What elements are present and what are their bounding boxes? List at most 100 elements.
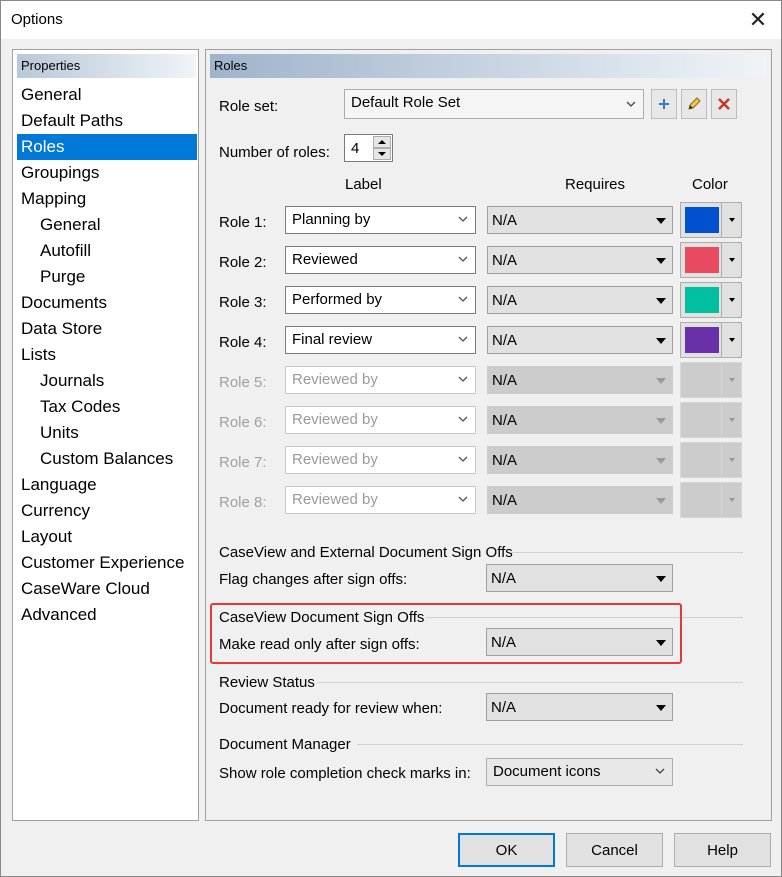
role-7-requires-dropdown[interactable]: N/A — [487, 446, 673, 474]
role-8-label-combo[interactable]: Reviewed by — [285, 486, 476, 514]
chevron-down-icon — [458, 496, 468, 502]
role-2-label-value: Reviewed — [292, 251, 358, 268]
role-7-color-picker[interactable] — [680, 442, 742, 478]
role-6-label-combo[interactable]: Reviewed by — [285, 406, 476, 434]
role-8-label-value: Reviewed by — [292, 491, 378, 508]
role-set-value: Default Role Set — [351, 94, 461, 111]
color-dropdown[interactable] — [721, 443, 741, 477]
role-2-label-combo[interactable]: Reviewed — [285, 246, 476, 274]
nav-item-language[interactable]: Language — [17, 472, 197, 498]
nav-item-lists[interactable]: Lists — [17, 342, 197, 368]
chevron-down-icon — [458, 256, 468, 262]
dropdown-arrow-icon — [656, 258, 666, 264]
separator — [317, 682, 743, 683]
color-dropdown[interactable] — [721, 283, 741, 317]
role-3-label-combo[interactable]: Performed by — [285, 286, 476, 314]
nav-item-journals[interactable]: Journals — [17, 368, 197, 394]
color-dropdown[interactable] — [721, 243, 741, 277]
separator — [357, 744, 743, 745]
flag-changes-label: Flag changes after sign offs: — [219, 571, 408, 588]
check-marks-dropdown[interactable]: Document icons — [486, 758, 673, 786]
role-2-name: Role 2: — [219, 254, 267, 271]
role-7-label-value: Reviewed by — [292, 451, 378, 468]
nav-item-layout[interactable]: Layout — [17, 524, 197, 550]
nav-item-data-store[interactable]: Data Store — [17, 316, 197, 342]
help-button[interactable]: Help — [674, 833, 771, 867]
nav-item-roles[interactable]: Roles — [17, 134, 197, 160]
role-7-label-combo[interactable]: Reviewed by — [285, 446, 476, 474]
role-3-name: Role 3: — [219, 294, 267, 311]
role-set-dropdown[interactable]: Default Role Set — [344, 89, 644, 119]
color-dropdown[interactable] — [721, 363, 741, 397]
color-dropdown[interactable] — [721, 483, 741, 517]
chevron-down-icon — [458, 376, 468, 382]
options-dialog: Options ✕ Properties General Default Path… — [0, 0, 782, 877]
color-swatch — [685, 327, 719, 353]
nav-item-caseware-cloud[interactable]: CaseWare Cloud — [17, 576, 197, 602]
add-role-set-button[interactable] — [651, 89, 677, 119]
role-4-color-picker[interactable] — [680, 322, 742, 358]
plus-icon — [659, 99, 669, 109]
nav-item-advanced[interactable]: Advanced — [17, 602, 197, 628]
nav-item-customer-experience[interactable]: Customer Experience — [17, 550, 197, 576]
nav-item-general[interactable]: General — [17, 212, 197, 238]
role-4-requires-dropdown[interactable]: N/A — [487, 326, 673, 354]
role-6-color-picker[interactable] — [680, 402, 742, 438]
chevron-down-icon — [626, 101, 636, 107]
flag-changes-dropdown[interactable]: N/A — [486, 564, 673, 592]
role-2-requires-dropdown[interactable]: N/A — [487, 246, 673, 274]
check-marks-value: Document icons — [493, 763, 601, 780]
dropdown-arrow-icon — [656, 298, 666, 304]
nav-item-mapping[interactable]: Mapping — [17, 186, 197, 212]
color-dropdown[interactable] — [721, 203, 741, 237]
document-ready-dropdown[interactable]: N/A — [486, 693, 673, 721]
nav-item-purge[interactable]: Purge — [17, 264, 197, 290]
nav-item-general[interactable]: General — [17, 82, 197, 108]
chevron-down-icon — [458, 216, 468, 222]
nav-item-custom-balances[interactable]: Custom Balances — [17, 446, 197, 472]
role-4-label-value: Final review — [292, 331, 373, 348]
nav-item-default-paths[interactable]: Default Paths — [17, 108, 197, 134]
spin-up-icon[interactable] — [373, 136, 391, 148]
nav-item-units[interactable]: Units — [17, 420, 197, 446]
close-icon[interactable]: ✕ — [735, 1, 781, 39]
document-manager-heading: Document Manager — [219, 736, 351, 753]
role-3-color-picker[interactable] — [680, 282, 742, 318]
spin-down-icon[interactable] — [373, 148, 391, 160]
cancel-button[interactable]: Cancel — [566, 833, 663, 867]
color-dropdown[interactable] — [721, 403, 741, 437]
number-of-roles-stepper[interactable]: 4 — [344, 134, 393, 162]
delete-icon — [718, 98, 730, 110]
edit-role-set-button[interactable] — [681, 89, 707, 119]
role-6-label-value: Reviewed by — [292, 411, 378, 428]
role-1-name: Role 1: — [219, 214, 267, 231]
role-5-requires-dropdown[interactable]: N/A — [487, 366, 673, 394]
dropdown-arrow-icon — [656, 338, 666, 344]
review-status-heading: Review Status — [219, 674, 315, 691]
dropdown-arrow-icon — [656, 576, 666, 582]
role-5-color-picker[interactable] — [680, 362, 742, 398]
role-1-label-combo[interactable]: Planning by — [285, 206, 476, 234]
role-3-requires-dropdown[interactable]: N/A — [487, 286, 673, 314]
role-8-requires-dropdown[interactable]: N/A — [487, 486, 673, 514]
color-dropdown[interactable] — [721, 323, 741, 357]
document-ready-value: N/A — [491, 699, 517, 716]
role-8-color-picker[interactable] — [680, 482, 742, 518]
role-5-label-combo[interactable]: Reviewed by — [285, 366, 476, 394]
dropdown-arrow-icon — [656, 458, 666, 464]
nav-item-groupings[interactable]: Groupings — [17, 160, 197, 186]
role-6-requires-dropdown[interactable]: N/A — [487, 406, 673, 434]
delete-role-set-button[interactable] — [711, 89, 737, 119]
nav-item-autofill[interactable]: Autofill — [17, 238, 197, 264]
role-2-requires-value: N/A — [492, 252, 518, 269]
nav-item-tax-codes[interactable]: Tax Codes — [17, 394, 197, 420]
nav-item-documents[interactable]: Documents — [17, 290, 197, 316]
role-2-color-picker[interactable] — [680, 242, 742, 278]
role-4-label-combo[interactable]: Final review — [285, 326, 476, 354]
role-1-color-picker[interactable] — [680, 202, 742, 238]
nav-item-currency[interactable]: Currency — [17, 498, 197, 524]
properties-header: Properties — [17, 54, 196, 78]
role-1-requires-dropdown[interactable]: N/A — [487, 206, 673, 234]
ok-button[interactable]: OK — [458, 833, 555, 867]
role-1-requires-value: N/A — [492, 212, 518, 229]
